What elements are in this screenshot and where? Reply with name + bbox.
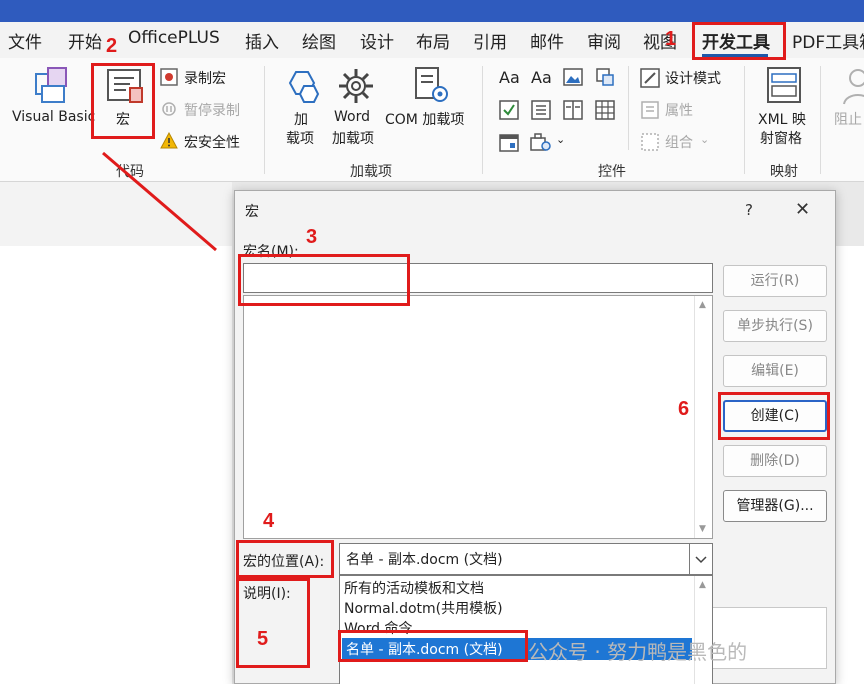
annotation-arrow-line [102,151,217,252]
annotation-number-6: 6 [678,398,690,420]
annotation-number-1: 1 [665,28,677,50]
annotation-number-2: 2 [106,35,118,57]
annotation-number-4: 4 [263,510,275,532]
annotation-arrow [102,151,217,252]
annotation-number-5: 5 [257,628,269,650]
annotation-number-3: 3 [306,226,318,248]
watermark: 公众号 · 努力鸭是黑色的 [528,640,748,664]
